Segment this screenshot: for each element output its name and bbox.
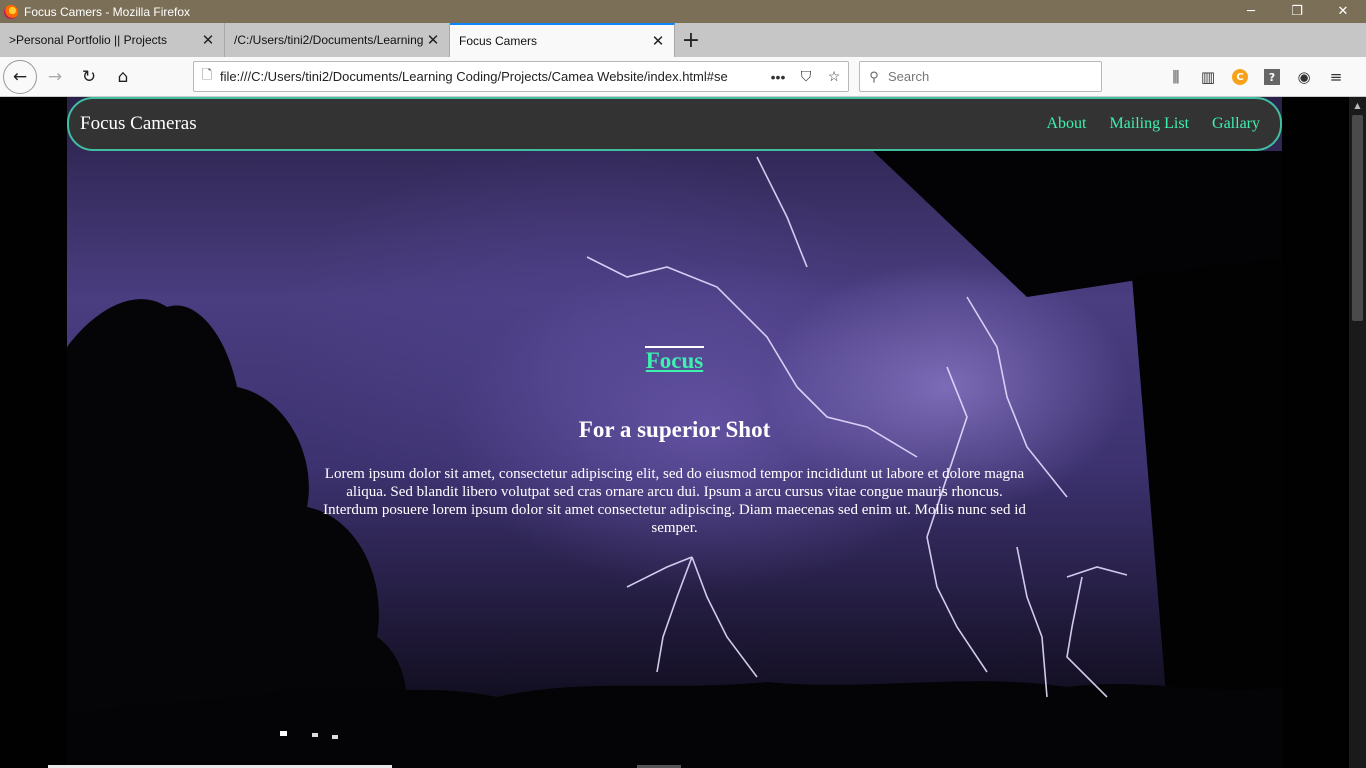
home-icon: ⌂ xyxy=(117,66,129,87)
bookmark-star-icon[interactable]: ☆ xyxy=(820,68,848,85)
restore-button[interactable]: ❐ xyxy=(1274,0,1320,23)
vertical-scrollbar[interactable]: ▲ xyxy=(1349,97,1366,768)
nav-link-gallary[interactable]: Gallary xyxy=(1212,115,1260,133)
hero-title[interactable]: Focus xyxy=(644,346,705,373)
library-button[interactable]: ⫼ xyxy=(1160,61,1192,93)
hero-paragraph: Lorem ipsum dolor sit amet, consectetur … xyxy=(323,466,1026,536)
window-titlebar: Focus Camers - Mozilla Firefox ─ ❐ ✕ xyxy=(0,0,1366,23)
menu-button[interactable]: ≡ xyxy=(1320,61,1352,93)
back-button[interactable]: ← xyxy=(3,59,37,94)
url-input[interactable]: file:///C:/Users/tini2/Documents/Learnin… xyxy=(220,69,764,84)
page-viewport: Focus Cameras About Mailing List Gallary… xyxy=(0,97,1349,768)
account-icon: ◉ xyxy=(1297,68,1311,86)
reload-icon: ↻ xyxy=(81,66,97,87)
search-icon: ⚲ xyxy=(869,68,879,84)
minimize-button[interactable]: ─ xyxy=(1228,0,1274,23)
forward-button[interactable]: → xyxy=(39,61,71,93)
tab-strip: >Personal Portfolio || Projects ✕ /C:/Us… xyxy=(0,23,1366,57)
page-actions-icon[interactable]: ••• xyxy=(764,69,792,85)
url-bar[interactable]: 🗋 file:///C:/Users/tini2/Documents/Learn… xyxy=(193,61,849,92)
page-icon: 🗋 xyxy=(201,66,213,82)
pocket-icon[interactable]: ⛉ xyxy=(792,68,820,85)
hero-subtitle: For a superior Shot xyxy=(578,417,771,442)
arrow-right-icon: → xyxy=(47,66,63,87)
tab-portfolio[interactable]: >Personal Portfolio || Projects ✕ xyxy=(0,23,225,57)
scroll-up-icon[interactable]: ▲ xyxy=(1349,97,1366,114)
tab-label: /C:/Users/tini2/Documents/Learning xyxy=(234,33,424,47)
navigation-toolbar: ← → ↻ ⌂ 🗋 file:///C:/Users/tini2/Documen… xyxy=(0,57,1366,97)
sidebar-button[interactable]: ▥ xyxy=(1192,61,1224,93)
hamburger-menu-icon: ≡ xyxy=(1329,68,1343,86)
account-button[interactable]: ◉ xyxy=(1288,61,1320,93)
nav-link-about[interactable]: About xyxy=(1046,115,1086,133)
nav-link-mailing-list[interactable]: Mailing List xyxy=(1109,115,1189,133)
scrollbar-thumb[interactable] xyxy=(1352,115,1363,321)
firefox-logo-icon xyxy=(4,4,18,19)
toolbar-right-buttons: ⫼ ▥ C ? ◉ ≡ xyxy=(1160,61,1352,93)
close-tab-icon[interactable]: ✕ xyxy=(425,31,441,49)
sidebar-icon: ▥ xyxy=(1200,68,1216,86)
close-window-button[interactable]: ✕ xyxy=(1320,0,1366,23)
close-tab-icon[interactable]: ✕ xyxy=(650,32,666,50)
search-input[interactable]: Search xyxy=(888,69,929,84)
arrow-left-icon: ← xyxy=(12,66,28,87)
reload-button[interactable]: ↻ xyxy=(73,61,105,93)
window-title: Focus Camers - Mozilla Firefox xyxy=(24,4,191,19)
new-tab-button[interactable]: + xyxy=(675,23,707,57)
site-brand[interactable]: Focus Cameras xyxy=(80,113,1023,135)
site-navbar: Focus Cameras About Mailing List Gallary xyxy=(67,97,1282,151)
help-icon: ? xyxy=(1264,69,1280,85)
home-button[interactable]: ⌂ xyxy=(107,61,139,93)
library-icon: ⫼ xyxy=(1172,68,1180,86)
extension-c-icon: C xyxy=(1232,69,1248,85)
tab-label: >Personal Portfolio || Projects xyxy=(9,33,167,47)
hero-title-container: Focus xyxy=(0,346,1349,374)
close-tab-icon[interactable]: ✕ xyxy=(200,31,216,49)
tab-focus-camers[interactable]: Focus Camers ✕ xyxy=(450,23,675,57)
extension-c-button[interactable]: C xyxy=(1224,61,1256,93)
extension-help-button[interactable]: ? xyxy=(1256,61,1288,93)
tab-label: Focus Camers xyxy=(459,34,538,48)
tab-local-file[interactable]: /C:/Users/tini2/Documents/Learning ✕ xyxy=(225,23,450,57)
search-bar[interactable]: ⚲ Search xyxy=(859,61,1102,92)
